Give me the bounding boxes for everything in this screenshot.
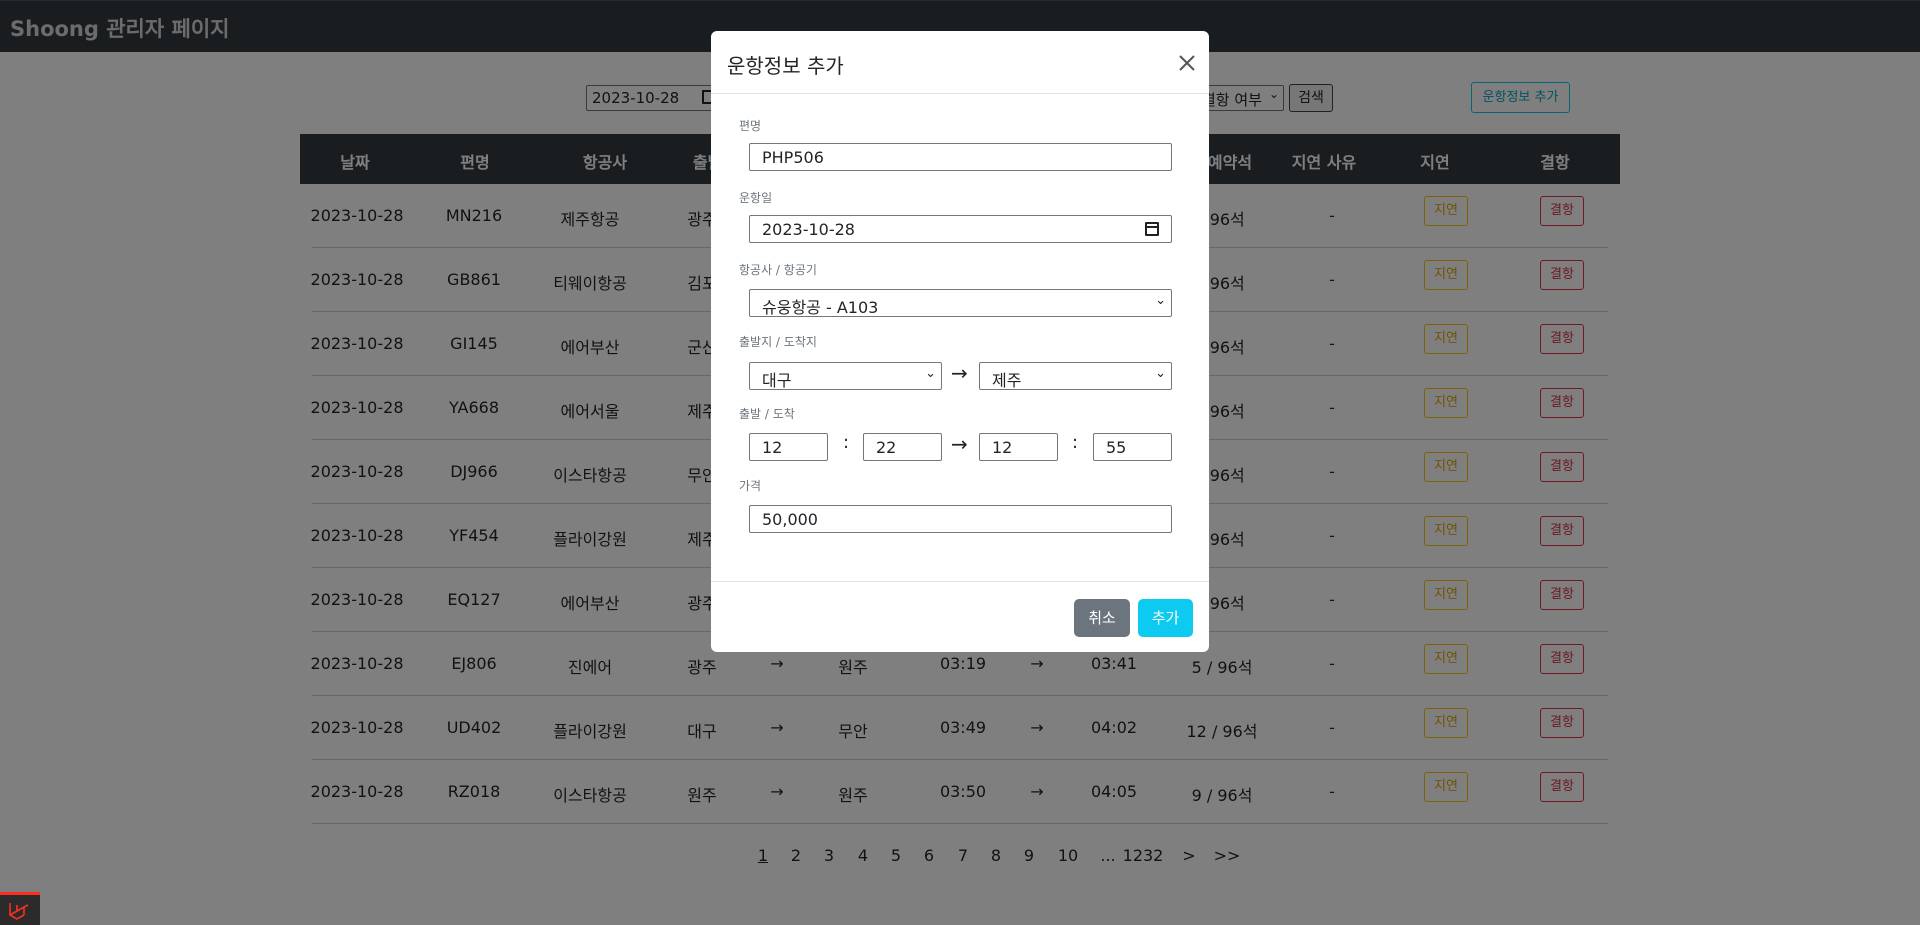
arrival-minute-value: 55	[1106, 438, 1127, 457]
chevron-down-icon: ⌄	[1155, 293, 1166, 308]
chevron-down-icon: ⌄	[925, 366, 936, 381]
time-separator: :	[1072, 432, 1079, 453]
airline-aircraft-value: 슈웅항공 - A103	[762, 298, 879, 317]
origin-select[interactable]: 대구 ⌄	[749, 362, 942, 390]
destination-value: 제주	[992, 371, 1022, 390]
add-flight-modal: 운항정보 추가 편명 PHP506 운항일 2023-10-28 항공사 / 항…	[711, 31, 1209, 652]
price-label: 가격	[739, 479, 762, 493]
route-arrow: →	[951, 361, 968, 385]
price-value: 50,000	[762, 510, 818, 529]
time-separator: :	[843, 432, 850, 453]
flight-number-input[interactable]: PHP506	[749, 143, 1172, 171]
close-icon[interactable]	[1175, 51, 1199, 75]
time-label: 출발 / 도착	[739, 407, 795, 421]
departure-hour-input[interactable]: 12	[749, 433, 828, 461]
flight-date-label: 운항일	[739, 191, 773, 205]
laravel-icon	[9, 903, 29, 920]
departure-minute-input[interactable]: 22	[863, 433, 942, 461]
origin-value: 대구	[762, 371, 792, 390]
modal-header-divider	[711, 93, 1209, 94]
flight-number-value: PHP506	[762, 148, 824, 167]
chevron-down-icon: ⌄	[1155, 366, 1166, 381]
flight-date-value: 2023-10-28	[762, 220, 855, 239]
time-arrow: →	[951, 432, 968, 456]
modal-add-button[interactable]: 추가	[1138, 599, 1193, 637]
airline-aircraft-select[interactable]: 슈웅항공 - A103 ⌄	[749, 289, 1172, 317]
destination-select[interactable]: 제주 ⌄	[979, 362, 1172, 390]
modal-title: 운항정보 추가	[727, 54, 844, 78]
calendar-icon[interactable]	[1145, 222, 1159, 236]
price-input[interactable]: 50,000	[749, 505, 1172, 533]
arrival-minute-input[interactable]: 55	[1093, 433, 1172, 461]
flight-date-input[interactable]: 2023-10-28	[749, 215, 1172, 243]
arrival-hour-value: 12	[992, 438, 1013, 457]
airline-aircraft-label: 항공사 / 항공기	[739, 263, 817, 277]
flight-number-label: 편명	[739, 119, 762, 133]
modal-footer-divider	[711, 581, 1209, 582]
debug-toolbar-toggle[interactable]	[0, 892, 40, 925]
departure-hour-value: 12	[762, 438, 783, 457]
route-label: 출발지 / 도착지	[739, 335, 817, 349]
modal-cancel-button[interactable]: 취소	[1074, 599, 1130, 637]
arrival-hour-input[interactable]: 12	[979, 433, 1058, 461]
departure-minute-value: 22	[876, 438, 897, 457]
